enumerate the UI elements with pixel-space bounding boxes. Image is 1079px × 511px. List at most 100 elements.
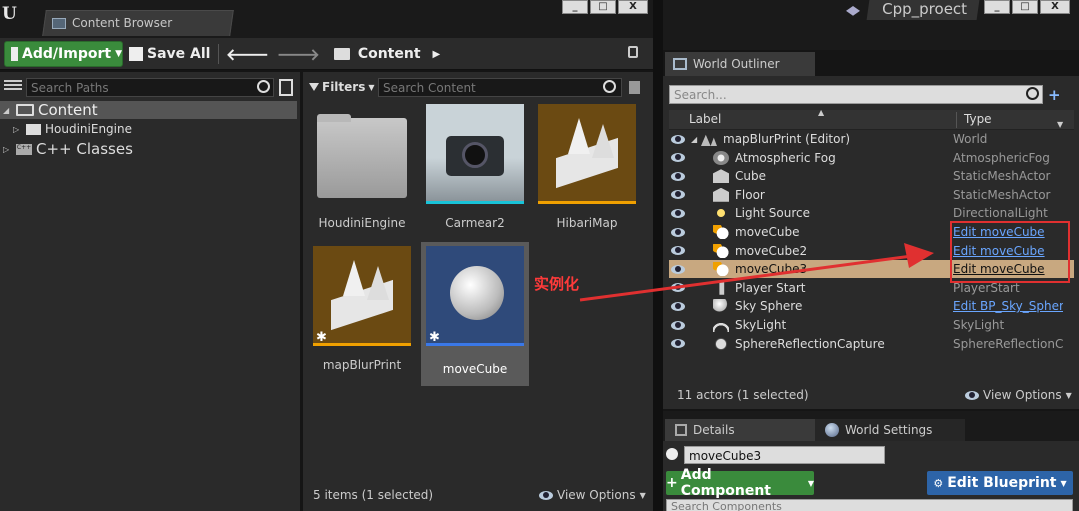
asset-tile-mapblurprint[interactable]: ✱ mapBlurPrint — [312, 246, 412, 388]
cpp-folder-icon: C++ — [16, 143, 32, 155]
content-browser-tab[interactable]: Content Browser — [52, 12, 172, 34]
tree-item-cpp-classes[interactable]: ▷ C++ C++ Classes — [0, 140, 133, 158]
outliner-search-placeholder: Search... — [674, 87, 727, 102]
expand-arrow-icon[interactable]: ▷ — [13, 125, 22, 134]
sphere-icon — [713, 299, 729, 314]
maximize-button-right[interactable]: □ — [1012, 0, 1038, 14]
close-button[interactable]: X — [618, 0, 648, 14]
content-view-options-button[interactable]: View Options ▼ — [539, 488, 646, 502]
visibility-eye-icon[interactable] — [671, 246, 685, 256]
tree-item-content[interactable]: ◢ Content — [0, 101, 297, 119]
visibility-eye-icon[interactable] — [671, 320, 685, 330]
visibility-eye-icon[interactable] — [671, 153, 685, 163]
chevron-down-icon[interactable]: ▼ — [1057, 120, 1063, 129]
filters-button[interactable]: Filters ▼ — [309, 78, 375, 96]
chevron-down-icon: ▼ — [807, 478, 814, 488]
save-all-button[interactable]: Save All — [129, 41, 210, 67]
minimize-button-right[interactable]: _ — [984, 0, 1010, 14]
paths-options-icon[interactable] — [279, 79, 293, 96]
visibility-eye-icon[interactable] — [671, 339, 685, 349]
details-tab[interactable]: Details — [665, 419, 815, 441]
save-search-icon[interactable] — [629, 81, 640, 94]
world-icon — [701, 134, 717, 146]
actor-label: Atmospheric Fog — [735, 150, 836, 165]
search-paths-input[interactable]: Search Paths — [26, 78, 274, 97]
actor-label: Cube — [735, 169, 766, 184]
visibility-eye-icon[interactable] — [671, 227, 685, 237]
panel-divider[interactable] — [653, 0, 663, 511]
blueprint-actor-icon — [713, 225, 729, 239]
camera-lens-shape — [462, 142, 488, 168]
highlight-box — [950, 221, 1070, 283]
outliner-search-input[interactable]: Search... — [669, 85, 1043, 104]
back-arrow-icon[interactable]: 🡐 — [226, 44, 269, 64]
sphere-icon — [450, 266, 504, 320]
outliner-row[interactable]: SphereReflectionCapture SphereReflectionC… — [669, 335, 1074, 353]
outliner-row[interactable]: SkyLight SkyLight — [669, 316, 1074, 334]
edit-blueprint-link[interactable]: Edit BP_Sky_Spher — [953, 299, 1063, 313]
tree-item-houdiniengine[interactable]: ▷ HoudiniEngine — [0, 120, 132, 138]
plus-icon: + — [666, 475, 678, 491]
project-tab[interactable]: Cpp_proect — [866, 0, 980, 20]
outliner-row[interactable]: Sky Sphere Edit BP_Sky_Spher — [669, 297, 1074, 315]
column-divider[interactable] — [956, 112, 957, 128]
world-settings-tab[interactable]: World Settings — [815, 419, 965, 441]
close-button-right[interactable]: X — [1040, 0, 1070, 14]
expand-arrow-icon[interactable]: ▷ — [3, 145, 12, 154]
asset-tile-houdiniengine[interactable]: HoudiniEngine — [312, 104, 412, 246]
view-options-label: View Options — [983, 388, 1062, 402]
eye-icon — [965, 390, 979, 400]
col-label-header[interactable]: Label — [689, 112, 721, 126]
save-all-label: Save All — [147, 46, 211, 62]
asset-tile-hibarimap[interactable]: HibariMap — [537, 104, 637, 246]
search-components-input[interactable]: Search Components — [666, 499, 1073, 511]
search-content-input[interactable]: Search Content — [378, 78, 622, 97]
visibility-eye-icon[interactable] — [671, 264, 685, 274]
actor-type: StaticMeshActor — [953, 187, 1051, 202]
outliner-row[interactable]: Light Source DirectionalLight — [669, 204, 1074, 222]
visibility-eye-icon[interactable] — [671, 283, 685, 293]
actor-type: SkyLight — [953, 318, 1005, 332]
add-component-button[interactable]: + Add Component ▼ — [666, 467, 814, 499]
asset-tile-movecube[interactable]: ✱ moveCube — [421, 242, 529, 386]
collapse-sources-icon[interactable] — [4, 80, 22, 94]
actor-label: Sky Sphere — [735, 299, 803, 314]
visibility-eye-icon[interactable] — [671, 134, 685, 144]
blueprint-actor-icon — [713, 243, 729, 258]
actor-name-input[interactable]: moveCube3 — [684, 446, 885, 464]
asset-tile-carmear2[interactable]: Carmear2 — [425, 104, 525, 246]
search-content-placeholder: Search Content — [383, 80, 476, 95]
visibility-eye-icon[interactable] — [671, 171, 685, 181]
breadcrumb-chevron-icon[interactable]: ▶ — [433, 49, 441, 60]
search-paths-placeholder: Search Paths — [31, 80, 109, 95]
expand-arrow-icon[interactable]: ◢ — [691, 135, 701, 144]
outliner-row[interactable]: Cube StaticMeshActor — [669, 167, 1074, 185]
forward-arrow-icon[interactable]: 🡒 — [277, 44, 320, 64]
outliner-row[interactable]: ◢ mapBlurPrint (Editor) World — [669, 130, 1074, 148]
visibility-eye-icon[interactable] — [671, 190, 685, 200]
chevron-down-icon: ▼ — [115, 49, 122, 59]
minimize-button[interactable]: _ — [562, 0, 588, 14]
breadcrumb-content[interactable]: Content — [358, 46, 421, 62]
map-spike-shape — [568, 118, 590, 154]
outliner-view-options-button[interactable]: View Options ▼ — [965, 388, 1072, 402]
outliner-row[interactable]: Floor StaticMeshActor — [669, 186, 1074, 204]
fog-icon — [713, 150, 729, 165]
maximize-button[interactable]: □ — [590, 0, 616, 14]
actor-label: Light Source — [735, 206, 810, 221]
unreal-logo-icon: U — [2, 4, 17, 24]
add-import-button[interactable]: Add/Import ▼ — [4, 41, 123, 67]
visibility-eye-icon[interactable] — [671, 301, 685, 311]
blueprint-actor-icon — [713, 262, 729, 277]
visibility-eye-icon[interactable] — [671, 208, 685, 218]
asset-label: mapBlurPrint — [322, 358, 402, 372]
world-outliner-tab[interactable]: World Outliner — [665, 52, 815, 76]
edit-blueprint-button[interactable]: ⚙ Edit Blueprint ▼ — [927, 471, 1073, 495]
map-spike-shape — [592, 124, 614, 158]
col-type-header[interactable]: Type — [964, 112, 992, 126]
asset-type-strip — [426, 201, 524, 204]
outliner-row[interactable]: Atmospheric Fog AtmosphericFog — [669, 149, 1074, 167]
lock-icon[interactable] — [628, 46, 638, 58]
add-folder-icon[interactable]: + — [1048, 86, 1066, 104]
expand-arrow-icon[interactable]: ◢ — [3, 106, 12, 115]
